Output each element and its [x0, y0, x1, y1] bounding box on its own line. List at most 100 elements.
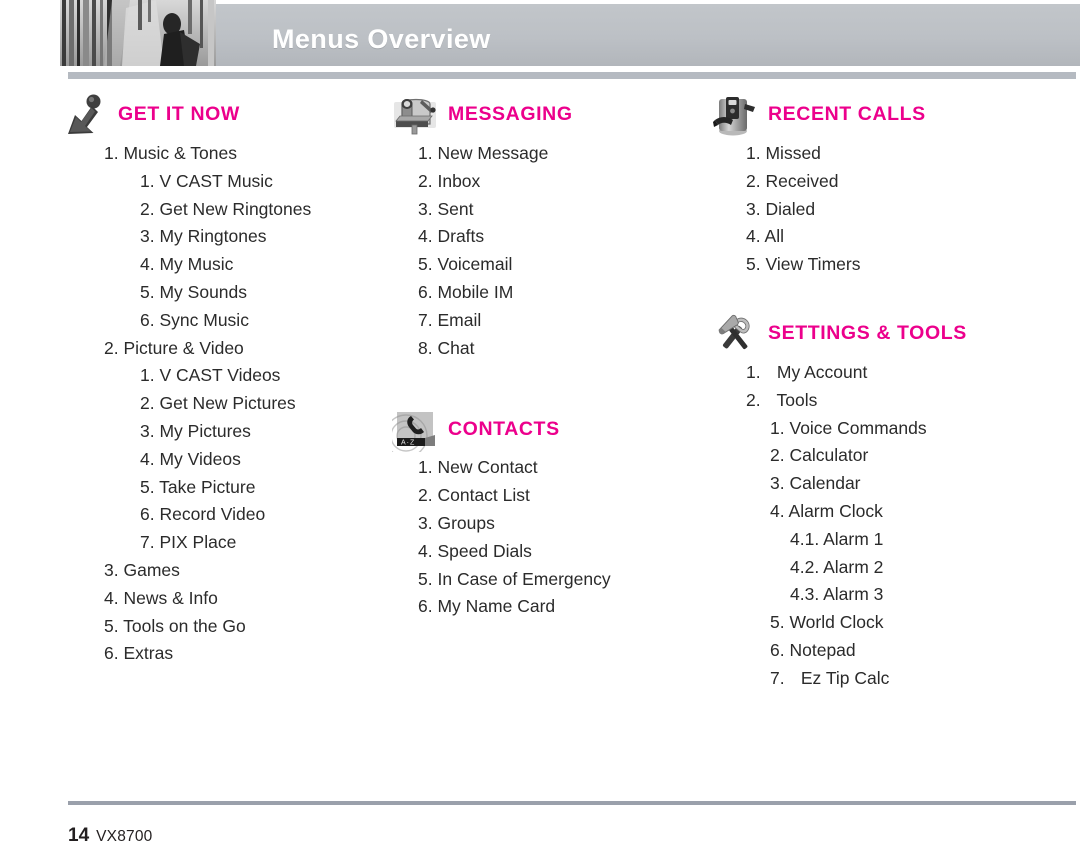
- item-number: 3.: [418, 512, 433, 533]
- list-item[interactable]: 8. Chat: [392, 335, 712, 363]
- list-item[interactable]: 2. Calculator: [712, 442, 1032, 470]
- page-footer: 14 VX8700: [0, 793, 1080, 863]
- list-item[interactable]: 5. My Sounds: [62, 279, 382, 307]
- section-messaging: MESSAGING 1. New Message 2. Inbox 3. Sen…: [392, 90, 712, 362]
- list-item[interactable]: 3. My Ringtones: [62, 223, 382, 251]
- list-item[interactable]: 2. Contact List: [392, 482, 712, 510]
- list-item[interactable]: 4. Drafts: [392, 223, 712, 251]
- list-item[interactable]: 2. Get New Pictures: [62, 390, 382, 418]
- item-label: Calendar: [789, 473, 861, 494]
- list-item[interactable]: 4.3. Alarm 3: [712, 581, 1032, 609]
- item-number: 3.: [140, 420, 155, 441]
- phone-handset-az-icon: A·Z: [392, 406, 438, 453]
- item-label: Alarm 3: [823, 584, 884, 605]
- list-item[interactable]: 2. Received: [712, 168, 1032, 196]
- svg-text:A·Z: A·Z: [401, 440, 415, 447]
- list-item[interactable]: 6. Extras: [62, 640, 382, 668]
- list-item[interactable]: 2. Get New Ringtones: [62, 196, 382, 224]
- arrow-person-icon: [62, 92, 108, 138]
- list-item[interactable]: 3. Dialed: [712, 196, 1032, 224]
- item-number: 1.: [140, 365, 155, 386]
- list-item[interactable]: 3. Calendar: [712, 470, 1032, 498]
- section-title-settings-tools: SETTINGS & TOOLS: [768, 322, 967, 345]
- list-item[interactable]: 6. Mobile IM: [392, 279, 712, 307]
- list-item[interactable]: 6. Notepad: [712, 637, 1032, 665]
- list-item[interactable]: 2. Tools: [712, 387, 1032, 415]
- list-item[interactable]: 3. Games: [62, 557, 382, 585]
- list-item[interactable]: 7. PIX Place: [62, 529, 382, 557]
- section-contacts: A·Z CONTACTS 1. New Contact 2. Contact L…: [392, 404, 712, 621]
- item-number: 5.: [140, 476, 155, 497]
- page-number: 14: [68, 825, 90, 846]
- item-number: 4.: [418, 226, 433, 247]
- list-item[interactable]: 2. Picture & Video: [62, 335, 382, 363]
- list-item[interactable]: 1. My Account: [712, 359, 1032, 387]
- item-number: 4.: [418, 540, 433, 561]
- list-item[interactable]: 5. Tools on the Go: [62, 613, 382, 641]
- item-number: 1.: [418, 143, 433, 163]
- list-item[interactable]: 5. Take Picture: [62, 474, 382, 502]
- item-number: 7.: [418, 309, 433, 330]
- list-item[interactable]: 4. Alarm Clock: [712, 498, 1032, 526]
- list-item[interactable]: 4.2. Alarm 2: [712, 554, 1032, 582]
- section-title-recent-calls: RECENT CALLS: [768, 103, 926, 126]
- item-number: 5.: [418, 254, 433, 275]
- list-item[interactable]: 4. All: [712, 223, 1032, 251]
- list-item[interactable]: 1. Missed: [712, 140, 1032, 168]
- list-item[interactable]: 4.1. Alarm 1: [712, 526, 1032, 554]
- item-label: Calculator: [789, 445, 869, 466]
- list-item[interactable]: 6. Sync Music: [62, 307, 382, 335]
- list-item[interactable]: 5. In Case of Emergency: [392, 566, 712, 594]
- item-number: 6.: [140, 504, 155, 525]
- list-item[interactable]: 3. My Pictures: [62, 418, 382, 446]
- list-item[interactable]: 6. Record Video: [62, 501, 382, 529]
- item-number: 2.: [140, 198, 155, 219]
- item-label: Picture & Video: [123, 337, 244, 358]
- list-item[interactable]: 4. News & Info: [62, 585, 382, 613]
- list-item[interactable]: 1. Voice Commands: [712, 415, 1032, 443]
- item-label: Tools on the Go: [123, 615, 246, 636]
- list-item[interactable]: 7. Ez Tip Calc: [712, 665, 1032, 693]
- footer-divider: [68, 801, 1076, 805]
- item-number: 4.: [140, 448, 155, 469]
- answering-machine-icon: [712, 92, 758, 138]
- list-item[interactable]: 1. V CAST Videos: [62, 362, 382, 390]
- item-label: My Account: [776, 361, 868, 382]
- item-label: Drafts: [437, 226, 485, 247]
- item-number: 2.: [746, 170, 761, 191]
- item-label: Voicemail: [437, 254, 513, 275]
- list-item[interactable]: 5. View Timers: [712, 251, 1032, 279]
- list-item[interactable]: 1. Music & Tones: [62, 140, 382, 168]
- item-number: 4.: [140, 254, 155, 275]
- item-label: World Clock: [789, 612, 884, 633]
- list-item[interactable]: 3. Sent: [392, 196, 712, 224]
- item-label: Dialed: [765, 198, 816, 219]
- item-number: 6.: [770, 639, 785, 660]
- list-item[interactable]: 5. World Clock: [712, 609, 1032, 637]
- menu-list-get-it-now: 1. Music & Tones 1. V CAST Music 2. Get …: [62, 140, 382, 668]
- list-item[interactable]: 3. Groups: [392, 510, 712, 538]
- item-number: 2.: [418, 485, 433, 506]
- list-item[interactable]: 7. Email: [392, 307, 712, 335]
- list-item[interactable]: 5. Voicemail: [392, 251, 712, 279]
- item-number: 2.: [140, 393, 155, 414]
- section-title-contacts: CONTACTS: [448, 417, 560, 440]
- list-item[interactable]: 2. Inbox: [392, 168, 712, 196]
- list-item[interactable]: 4. My Music: [62, 251, 382, 279]
- item-label: Sync Music: [159, 309, 249, 330]
- item-label: Tools: [776, 389, 818, 410]
- list-item[interactable]: 1. New Message: [392, 140, 712, 168]
- item-label: View Timers: [765, 254, 861, 275]
- list-item[interactable]: 6. My Name Card: [392, 593, 712, 621]
- item-number: 4.1.: [790, 528, 820, 549]
- list-item[interactable]: 1. V CAST Music: [62, 168, 382, 196]
- item-label: Voice Commands: [789, 417, 927, 438]
- item-label: Mobile IM: [437, 281, 514, 302]
- list-item[interactable]: 4. My Videos: [62, 446, 382, 474]
- item-label: My Pictures: [159, 420, 251, 441]
- item-number: 1.: [140, 170, 155, 191]
- list-item[interactable]: 1. New Contact: [392, 454, 712, 482]
- section-recent-calls: RECENT CALLS 1. Missed 2. Received 3. Di…: [712, 90, 1032, 279]
- list-item[interactable]: 4. Speed Dials: [392, 538, 712, 566]
